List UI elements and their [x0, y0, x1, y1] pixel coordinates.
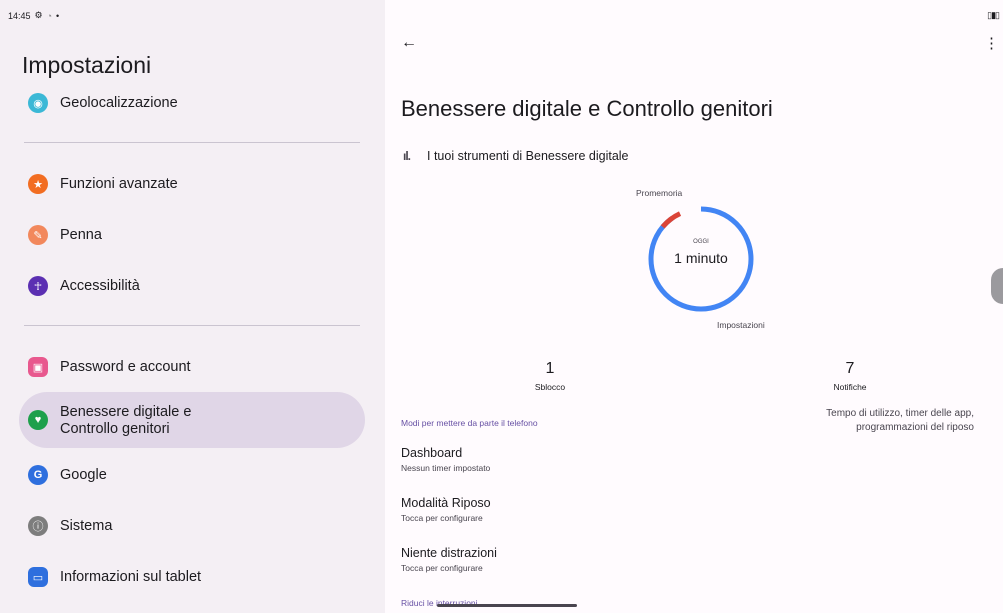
- status-time: 14:45: [8, 10, 31, 21]
- gear-icon: ⚙: [34, 10, 43, 20]
- page-title: Impostazioni: [22, 52, 152, 78]
- tablet-icon: ▭: [28, 567, 48, 587]
- sidebar-item-label: Accessibilità: [60, 278, 140, 294]
- tools-label: I tuoi strumenti di Benessere digitale: [427, 149, 629, 163]
- chart-label-bottom: Impostazioni: [717, 320, 765, 330]
- sidebar-item-geolocation[interactable]: ◉ Geolocalizzazione: [28, 88, 178, 118]
- wellbeing-tools-row[interactable]: ıl. I tuoi strumenti di Benessere digita…: [403, 149, 629, 163]
- battery-icon: ▯▮▯: [987, 10, 1000, 20]
- info-icon: ⓘ: [28, 516, 48, 536]
- sidebar-item-label: Funzioni avanzate: [60, 176, 178, 192]
- sidebar-item-accessibility[interactable]: ☥ Accessibilità: [28, 271, 140, 301]
- chart-center-caption: OGGI: [693, 239, 709, 245]
- row-subtitle: Tocca per configurare: [401, 563, 483, 573]
- notifications-count: 7: [845, 360, 855, 377]
- sidebar-item-passwords-accounts[interactable]: ▣ Password e account: [28, 352, 191, 382]
- sidebar-item-label: Google: [60, 467, 107, 483]
- row-title: Dashboard: [401, 446, 463, 460]
- sidebar-item-digital-wellbeing-icon-wrap: ♥: [28, 405, 60, 435]
- sidebar-item-label: Penna: [60, 227, 102, 243]
- divider: [24, 142, 360, 143]
- star-icon: ★: [28, 174, 48, 194]
- row-subtitle: Nessun timer impostato: [401, 463, 491, 473]
- row-subtitle: Tocca per configurare: [401, 513, 483, 523]
- sidebar-item-label: Geolocalizzazione: [60, 95, 178, 111]
- section-header: Modi per mettere da parte il telefono: [401, 418, 538, 428]
- google-icon: G: [28, 465, 48, 485]
- sidebar-item-label: Sistema: [60, 518, 113, 534]
- pen-icon: ✎: [28, 225, 48, 245]
- sidebar-item-tablet-info[interactable]: ▭ Informazioni sul tablet: [28, 562, 201, 592]
- back-arrow-icon[interactable]: ←: [401, 34, 417, 52]
- wellbeing-icon: ♥: [28, 410, 48, 430]
- sidebar-item-label: Password e account: [60, 359, 191, 375]
- sidebar-item-label: Informazioni sul tablet: [60, 569, 202, 585]
- accessibility-icon: ☥: [28, 276, 48, 296]
- sidebar-item-sublabel: Tempo di utilizzo, timer delle app, prog…: [826, 408, 974, 433]
- status-bar: 14:45 ⚙ ◔ •: [8, 10, 59, 21]
- unlock-label: Sblocco: [534, 382, 566, 392]
- sidebar-item-system[interactable]: ⓘ Sistema: [28, 511, 112, 541]
- gesture-nav-handle[interactable]: [437, 604, 577, 607]
- unlock-count: 1: [545, 360, 555, 377]
- more-options-icon[interactable]: ⋮: [984, 34, 999, 52]
- divider: [24, 325, 360, 326]
- row-title: Modalità Riposo: [401, 496, 491, 510]
- dot-icon: •: [56, 10, 60, 21]
- wifi-icon: ◔: [46, 10, 53, 21]
- chart-center-value: 1 minuto: [674, 250, 728, 266]
- edge-panel-handle[interactable]: [991, 268, 1003, 304]
- sidebar-item-label: Benessere digitale e Controllo genitori: [60, 404, 192, 437]
- sidebar-item-google[interactable]: G Google: [28, 460, 107, 490]
- chart-label-top: Promemoria: [636, 188, 683, 198]
- notifications-label: Notifiche: [833, 382, 867, 392]
- detail-title: Benessere digitale e Controllo genitori: [401, 96, 773, 121]
- row-title: Niente distrazioni: [401, 546, 497, 560]
- location-icon: ◉: [28, 93, 48, 113]
- key-icon: ▣: [28, 357, 48, 377]
- sidebar-item-pen[interactable]: ✎ Penna: [28, 220, 102, 250]
- sidebar-item-advanced-features[interactable]: ★ Funzioni avanzate: [28, 169, 178, 199]
- bar-chart-icon: ıl.: [403, 149, 411, 163]
